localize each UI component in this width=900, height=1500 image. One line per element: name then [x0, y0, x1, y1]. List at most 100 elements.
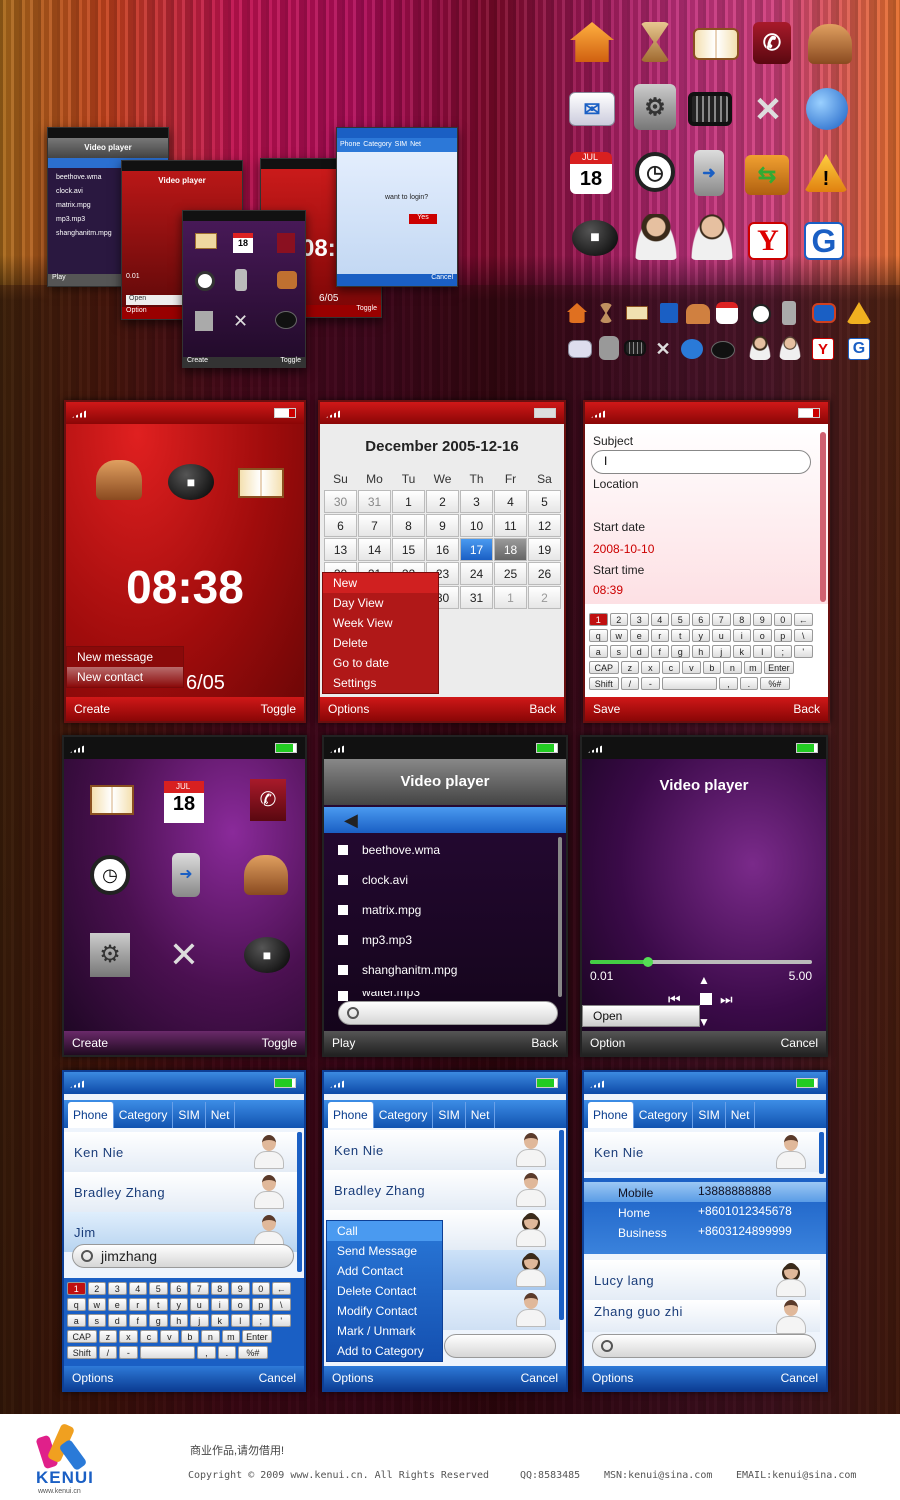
tab-phone[interactable]: Phone: [588, 1102, 634, 1128]
key[interactable]: f: [128, 1314, 147, 1327]
book-icon[interactable]: [90, 785, 134, 815]
detail-number[interactable]: +8603124899999: [698, 1224, 792, 1238]
day-cell[interactable]: 7: [358, 514, 391, 537]
key[interactable]: 5: [671, 613, 690, 626]
key[interactable]: m: [743, 661, 763, 674]
right-softkey[interactable]: Back: [531, 1036, 558, 1050]
day-cell[interactable]: 1: [392, 490, 425, 513]
key[interactable]: i: [210, 1298, 229, 1311]
day-cell[interactable]: 1: [494, 586, 527, 609]
left-softkey[interactable]: Create: [74, 702, 110, 716]
day-cell[interactable]: 2: [426, 490, 459, 513]
key[interactable]: Enter: [242, 1330, 272, 1343]
brand-url[interactable]: www.kenui.cn: [38, 1488, 81, 1495]
key[interactable]: /: [98, 1346, 118, 1359]
key[interactable]: w: [87, 1298, 106, 1311]
scrollbar[interactable]: [820, 432, 826, 602]
left-softkey[interactable]: Option: [590, 1036, 625, 1050]
key[interactable]: 1: [67, 1282, 86, 1295]
key[interactable]: 6: [691, 613, 710, 626]
day-cell[interactable]: 14: [358, 538, 391, 561]
menu-item-settings[interactable]: Settings: [323, 673, 438, 693]
key[interactable]: s: [609, 645, 628, 658]
right-softkey[interactable]: Back: [529, 702, 556, 716]
key[interactable]: d: [630, 645, 649, 658]
list-item[interactable]: mp3.mp3: [338, 933, 412, 947]
checkbox[interactable]: [338, 935, 348, 945]
menu-item-new[interactable]: New: [323, 573, 438, 593]
progress-handle[interactable]: [642, 957, 653, 967]
key[interactable]: ,: [197, 1346, 216, 1359]
next-icon[interactable]: ⏭: [720, 991, 733, 1008]
search-input[interactable]: [592, 1334, 816, 1358]
day-cell[interactable]: 25: [494, 562, 527, 585]
key[interactable]: t: [149, 1298, 168, 1311]
checkbox[interactable]: [338, 875, 348, 885]
key[interactable]: m: [221, 1330, 241, 1343]
key[interactable]: h: [691, 645, 710, 658]
key[interactable]: q: [67, 1298, 86, 1311]
key[interactable]: 0: [251, 1282, 270, 1295]
key[interactable]: p: [773, 629, 792, 642]
video-chat-icon[interactable]: ■: [244, 937, 290, 973]
key[interactable]: 7: [712, 613, 731, 626]
key[interactable]: f: [650, 645, 669, 658]
tab-category[interactable]: Category: [114, 1102, 174, 1128]
contact-row[interactable]: Ken Nie: [584, 1132, 820, 1172]
detail-number[interactable]: 13888888888: [698, 1184, 771, 1198]
tab-phone[interactable]: Phone: [328, 1102, 374, 1128]
phone-book-icon[interactable]: ✆: [250, 779, 286, 821]
menu-item-delete[interactable]: Delete: [323, 633, 438, 653]
day-cell[interactable]: 11: [494, 514, 527, 537]
progress-track[interactable]: [590, 957, 812, 967]
day-cell[interactable]: 2: [528, 586, 561, 609]
key[interactable]: 7: [190, 1282, 209, 1295]
day-cell-today[interactable]: 18: [494, 538, 527, 561]
key[interactable]: [139, 1346, 196, 1359]
day-cell[interactable]: 3: [460, 490, 493, 513]
right-softkey[interactable]: Cancel: [781, 1036, 818, 1050]
key[interactable]: 8: [732, 613, 751, 626]
key[interactable]: d: [108, 1314, 127, 1327]
subject-input[interactable]: I: [591, 450, 811, 474]
footer-msn[interactable]: MSN:kenui@sina.com: [604, 1470, 712, 1481]
key[interactable]: Shift: [589, 677, 619, 690]
phone-transfer-icon[interactable]: ➜: [172, 853, 200, 897]
key[interactable]: v: [682, 661, 701, 674]
key[interactable]: v: [160, 1330, 179, 1343]
day-cell[interactable]: 31: [358, 490, 391, 513]
list-item[interactable]: beethove.wma: [338, 843, 440, 857]
menu-item-call[interactable]: Call: [327, 1221, 442, 1241]
key[interactable]: o: [753, 629, 772, 642]
key[interactable]: g: [671, 645, 690, 658]
tab-sim[interactable]: SIM: [173, 1102, 206, 1128]
checkbox[interactable]: [338, 905, 348, 915]
right-softkey[interactable]: Cancel: [521, 1371, 558, 1385]
day-cell[interactable]: 9: [426, 514, 459, 537]
left-softkey[interactable]: Create: [72, 1036, 108, 1050]
key[interactable]: 4: [128, 1282, 147, 1295]
key[interactable]: ;: [251, 1314, 270, 1327]
key[interactable]: r: [650, 629, 669, 642]
clock-icon[interactable]: ◷: [90, 855, 130, 895]
key[interactable]: o: [231, 1298, 250, 1311]
day-cell[interactable]: 4: [494, 490, 527, 513]
contact-row[interactable]: Ken Nie: [64, 1132, 298, 1172]
tab-net[interactable]: Net: [206, 1102, 236, 1128]
back-arrow-bar[interactable]: ◀: [324, 807, 566, 833]
key[interactable]: \: [272, 1298, 291, 1311]
key[interactable]: %#: [760, 677, 790, 690]
contact-row[interactable]: Bradley Zhang: [64, 1172, 298, 1212]
key[interactable]: 9: [231, 1282, 250, 1295]
key[interactable]: b: [702, 661, 722, 674]
key[interactable]: y: [169, 1298, 188, 1311]
left-softkey[interactable]: Options: [592, 1371, 633, 1385]
key[interactable]: x: [641, 661, 660, 674]
tab-category[interactable]: Category: [374, 1102, 434, 1128]
menu-item-new-contact[interactable]: New contact: [67, 667, 183, 687]
left-softkey[interactable]: Options: [332, 1371, 373, 1385]
key[interactable]: n: [201, 1330, 220, 1343]
key[interactable]: -: [119, 1346, 138, 1359]
list-item[interactable]: walter.mp3: [338, 991, 420, 1001]
day-cell-selected[interactable]: 17: [460, 538, 493, 561]
